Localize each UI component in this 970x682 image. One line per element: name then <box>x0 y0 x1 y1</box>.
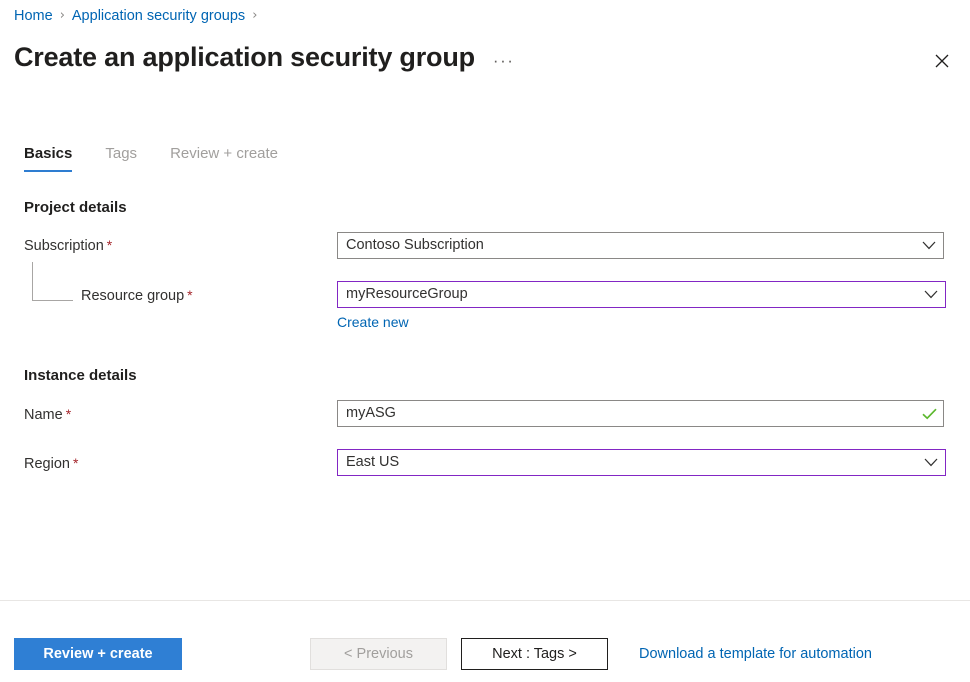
label-resource-group-text: Resource group <box>81 288 184 304</box>
tab-review-create[interactable]: Review + create <box>170 144 278 172</box>
label-name: Name* <box>24 405 71 425</box>
footer-divider <box>0 600 970 601</box>
textbox-name-value[interactable]: myASG <box>338 404 915 423</box>
section-heading-project-details: Project details <box>24 198 127 218</box>
previous-button: < Previous <box>310 638 447 670</box>
create-new-resource-group-link[interactable]: Create new <box>337 313 409 331</box>
chevron-down-icon <box>915 241 943 250</box>
breadcrumb: Home › Application security groups › <box>14 7 264 25</box>
label-region: Region* <box>24 454 78 474</box>
chevron-right-icon: › <box>252 7 257 25</box>
required-asterisk: * <box>66 406 71 422</box>
chevron-down-icon <box>917 290 945 299</box>
chevron-down-glyph <box>924 290 938 299</box>
check-glyph <box>922 408 937 420</box>
label-resource-group: Resource group* <box>81 286 193 306</box>
required-asterisk: * <box>73 455 78 471</box>
dropdown-subscription-value: Contoso Subscription <box>338 236 915 255</box>
review-create-button[interactable]: Review + create <box>14 638 182 670</box>
tab-bar: Basics Tags Review + create <box>24 144 311 172</box>
close-button[interactable] <box>927 46 957 76</box>
tab-review-create-label: Review + create <box>170 145 278 162</box>
breadcrumb-item-home[interactable]: Home <box>14 7 53 25</box>
required-asterisk: * <box>107 237 112 253</box>
tab-basics[interactable]: Basics <box>24 144 72 172</box>
breadcrumb-item-application-security-groups[interactable]: Application security groups <box>72 7 245 25</box>
dropdown-resource-group-value: myResourceGroup <box>338 285 917 304</box>
section-heading-instance-details: Instance details <box>24 366 137 386</box>
page-title: Create an application security group <box>14 40 475 74</box>
label-subscription-text: Subscription <box>24 238 104 254</box>
dropdown-subscription[interactable]: Contoso Subscription <box>337 232 944 259</box>
check-icon <box>915 408 943 420</box>
chevron-down-glyph <box>922 241 936 250</box>
next-tags-button[interactable]: Next : Tags > <box>461 638 608 670</box>
more-options-button[interactable]: ··· <box>493 51 514 71</box>
label-name-text: Name <box>24 407 63 423</box>
required-asterisk: * <box>187 287 192 303</box>
label-region-text: Region <box>24 456 70 472</box>
close-icon <box>935 54 949 68</box>
chevron-down-glyph <box>924 458 938 467</box>
dropdown-resource-group[interactable]: myResourceGroup <box>337 281 946 308</box>
chevron-right-icon: › <box>60 7 65 25</box>
dropdown-region[interactable]: East US <box>337 449 946 476</box>
dropdown-region-value: East US <box>338 453 917 472</box>
tab-tags-label: Tags <box>105 145 137 162</box>
download-template-link[interactable]: Download a template for automation <box>639 645 872 664</box>
textbox-name[interactable]: myASG <box>337 400 944 427</box>
tab-basics-label: Basics <box>24 145 72 162</box>
field-connector-line <box>32 262 73 301</box>
label-subscription: Subscription* <box>24 236 112 256</box>
title-row: Create an application security group ··· <box>14 40 514 74</box>
chevron-down-icon <box>917 458 945 467</box>
tab-tags[interactable]: Tags <box>105 144 137 172</box>
